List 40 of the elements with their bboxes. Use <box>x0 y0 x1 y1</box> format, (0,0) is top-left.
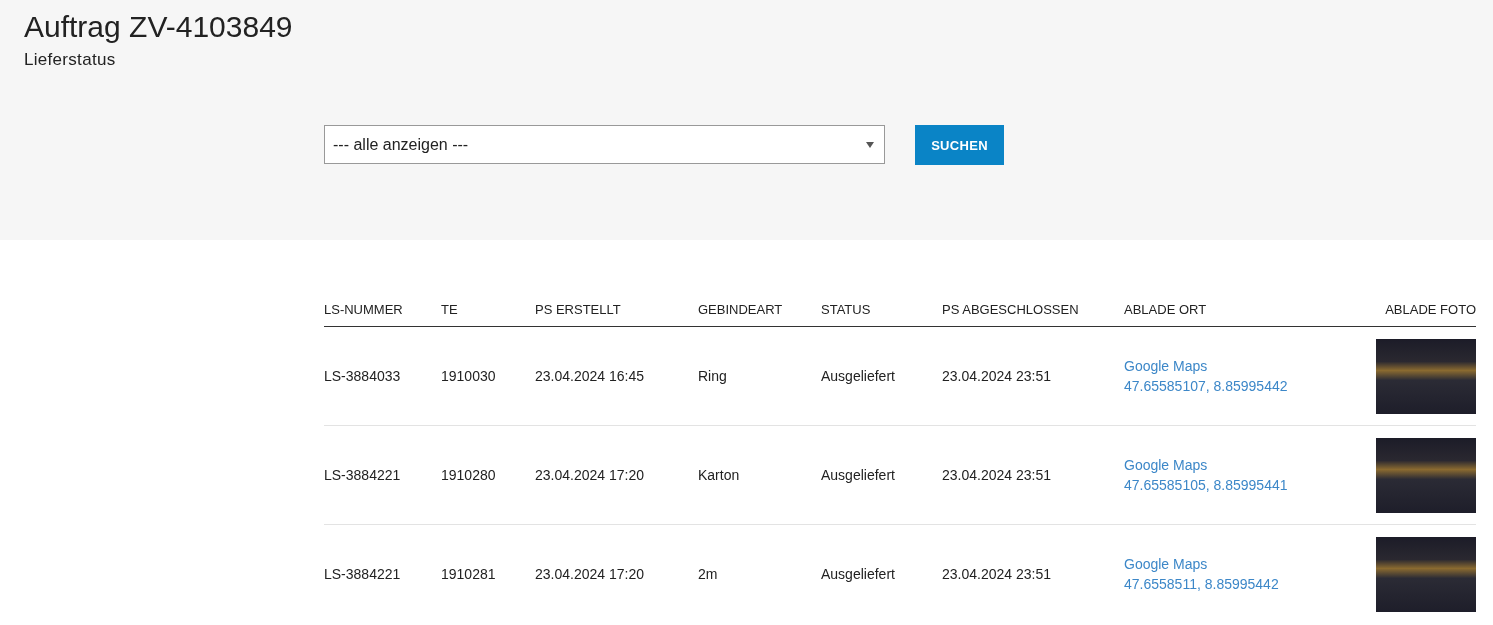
column-header: LS-NUMMER <box>324 302 404 317</box>
dropdown-caret-icon <box>866 141 874 148</box>
table-cell: 2m <box>698 566 718 582</box>
table-cell: 23.04.2024 17:20 <box>535 467 644 483</box>
column-header: GEBINDEART <box>698 302 784 317</box>
search-button[interactable]: SUCHEN <box>915 125 1004 165</box>
table-cell: Ring <box>698 368 727 384</box>
filter-dropdown[interactable]: --- alle anzeigen --- <box>324 125 885 164</box>
table-cell: Ausgeliefert <box>821 368 895 384</box>
column-header: ABLADE ORT <box>1124 302 1208 317</box>
map-link[interactable]: Google Maps <box>1124 358 1208 374</box>
table-cell: 1910281 <box>441 566 496 582</box>
table-cell: 23.04.2024 23:51 <box>942 467 1051 483</box>
photo-placeholder[interactable] <box>1376 536 1476 612</box>
table-cell: Ausgeliefert <box>821 467 895 483</box>
table-cell: 23.04.2024 23:51 <box>942 368 1051 384</box>
column-header: PS ERSTELLT <box>535 302 622 317</box>
table-cell: Ausgeliefert <box>821 566 895 582</box>
table-cell: Karton <box>698 467 740 483</box>
table-cell: 23.04.2024 16:45 <box>535 368 644 384</box>
table-cell: 23.04.2024 23:51 <box>942 566 1051 582</box>
table-cell: LS-3884033 <box>324 368 401 384</box>
map-link[interactable]: Google Maps <box>1124 457 1208 473</box>
table-cell: 1910030 <box>441 368 496 384</box>
photo-placeholder[interactable] <box>1376 437 1476 513</box>
table-cell: LS-3884221 <box>324 467 401 483</box>
column-header: TE <box>441 302 459 317</box>
map-link[interactable]: Google Maps <box>1124 556 1208 572</box>
page-subtitle: Lieferstatus <box>24 50 117 70</box>
coordinates-link[interactable]: 47.6558511, 8.85995442 <box>1124 576 1279 592</box>
column-header: STATUS <box>821 302 872 317</box>
table-cell: 1910280 <box>441 467 496 483</box>
coordinates-link[interactable]: 47.65585105, 8.85995441 <box>1124 477 1288 493</box>
table-cell: 23.04.2024 17:20 <box>535 566 644 582</box>
column-header: ABLADE FOTO <box>1384 302 1476 317</box>
page-title: Auftrag ZV-4103849 <box>24 9 294 45</box>
coordinates-link[interactable]: 47.65585107, 8.85995442 <box>1124 378 1288 394</box>
column-header: PS ABGESCHLOSSEN <box>942 302 1080 317</box>
table-cell: LS-3884221 <box>324 566 401 582</box>
photo-placeholder[interactable] <box>1376 338 1476 414</box>
